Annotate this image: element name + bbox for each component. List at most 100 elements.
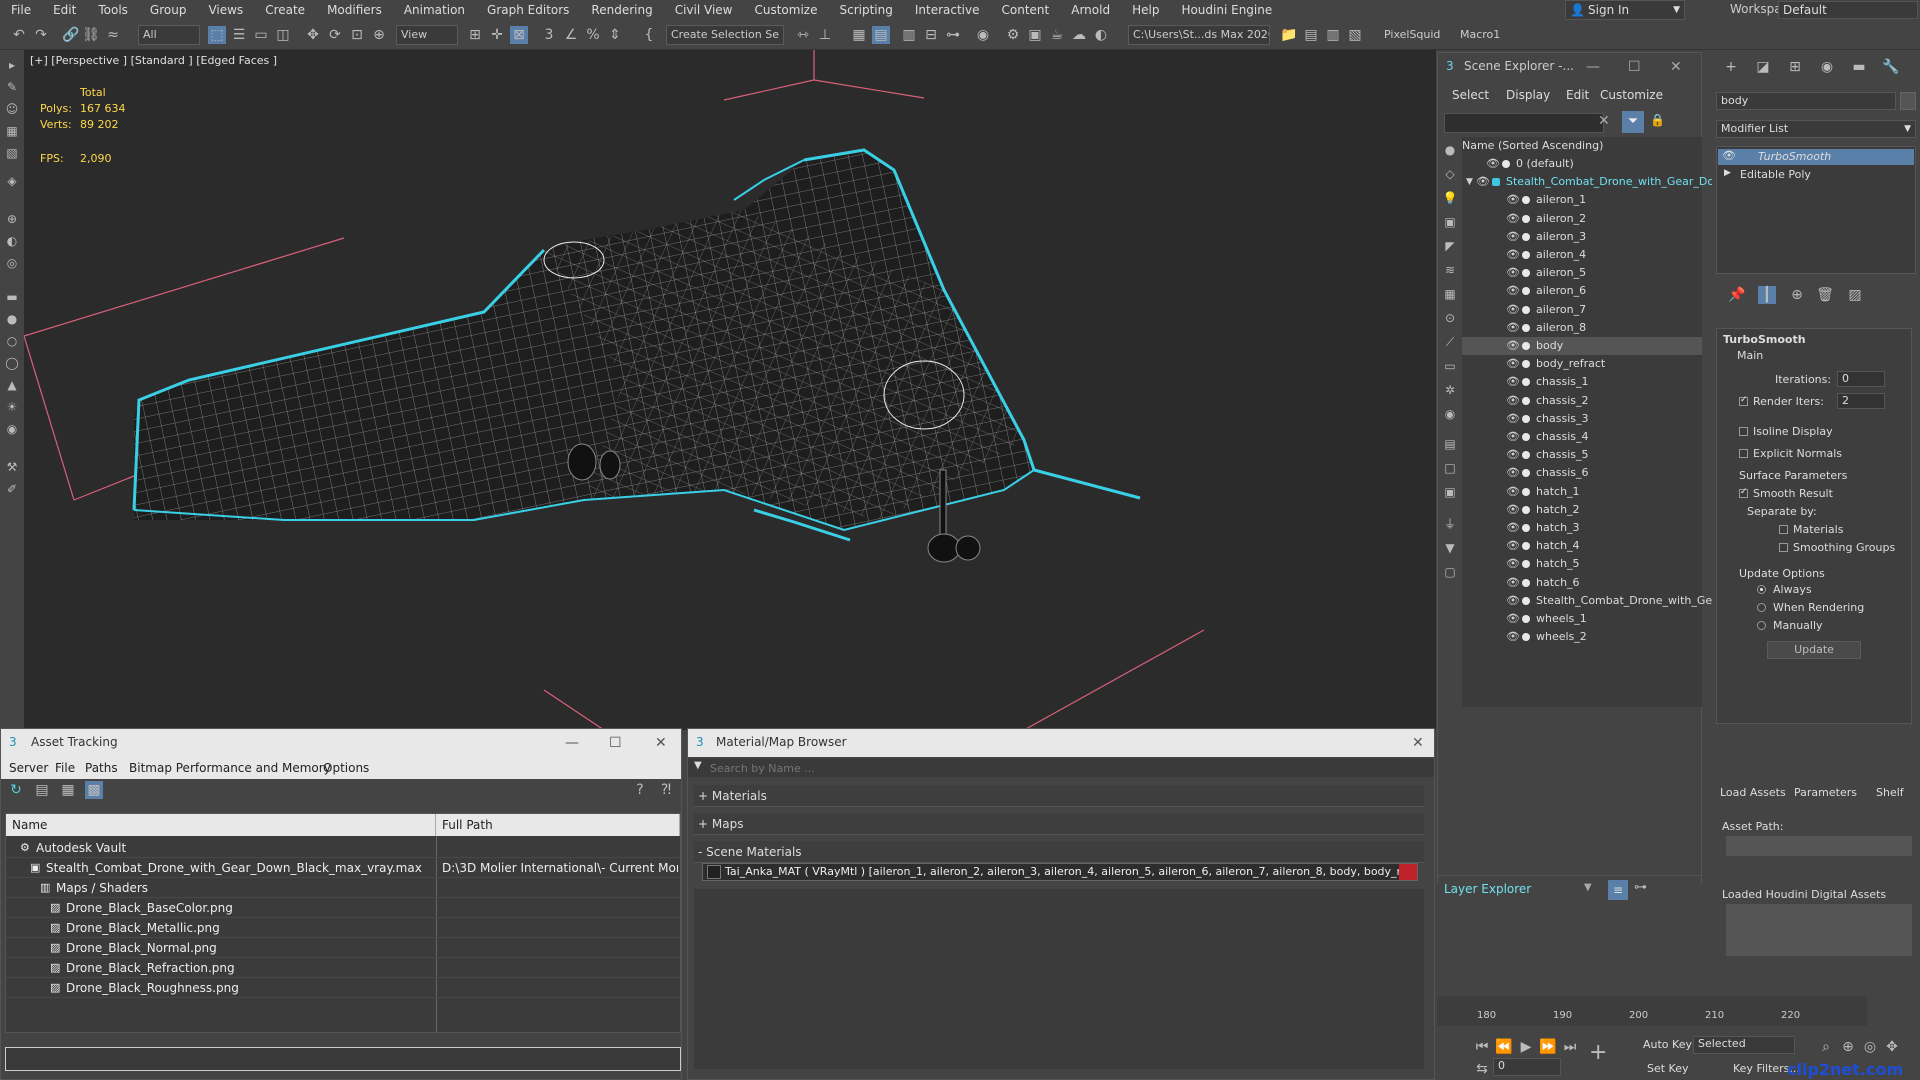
visibility-eye-icon[interactable]: 👁 bbox=[1506, 301, 1520, 319]
asset-row[interactable]: ▣ Stealth_Combat_Drone_with_Gear_Down_Bla… bbox=[6, 858, 680, 878]
se-menu-display[interactable]: Display bbox=[1506, 88, 1550, 102]
display-tab-icon[interactable]: ▬ bbox=[1850, 58, 1868, 76]
scene-tree-row[interactable]: 👁 aileron_6 bbox=[1462, 282, 1702, 300]
scene-tree-row[interactable]: 👁 chassis_2 bbox=[1462, 392, 1702, 410]
column-header-name[interactable]: Name (Sorted Ascending) bbox=[1462, 137, 1702, 155]
display-all-icon[interactable]: ▤ bbox=[1442, 437, 1458, 451]
rendered-frame-window-icon[interactable]: ▣ bbox=[1026, 26, 1044, 44]
auto-key-button[interactable]: Auto Key bbox=[1643, 1038, 1692, 1051]
scene-explorer-titlebar[interactable]: 3 Scene Explorer -... — ☐ ✕ bbox=[1438, 53, 1701, 81]
refresh-icon[interactable]: ↻ bbox=[7, 781, 25, 799]
visibility-eye-icon[interactable]: 👁 bbox=[1506, 592, 1520, 610]
object-paint-icon[interactable]: ✎ bbox=[4, 80, 20, 94]
scene-tree-row[interactable]: 👁 chassis_4 bbox=[1462, 428, 1702, 446]
angle-snap-icon[interactable]: ∠ bbox=[562, 26, 580, 44]
key-set-dropdown[interactable]: Selected bbox=[1693, 1036, 1795, 1054]
cone-icon[interactable]: ▲ bbox=[4, 378, 20, 392]
groups-filter-icon[interactable]: ▦ bbox=[1442, 287, 1458, 301]
unlink-icon[interactable]: ⛓ bbox=[82, 26, 100, 44]
stack-item-editable-poly[interactable]: ▶ Editable Poly bbox=[1718, 167, 1914, 183]
visibility-eye-icon[interactable]: 👁 bbox=[1506, 355, 1520, 373]
column-header-name[interactable]: Name bbox=[6, 814, 436, 836]
menu-scripting[interactable]: Scripting bbox=[828, 3, 903, 17]
render-iters-checkbox[interactable] bbox=[1739, 395, 1748, 406]
pixelsquid-label[interactable]: PixelSquid bbox=[1384, 28, 1440, 41]
materials-checkbox[interactable] bbox=[1779, 525, 1788, 534]
chevron-down-icon[interactable]: ▼ bbox=[1584, 882, 1592, 893]
timeline-ruler[interactable]: 180 190 200 210 220 bbox=[1437, 996, 1867, 1026]
scene-tree-row[interactable]: 👁 chassis_6 bbox=[1462, 464, 1702, 482]
scene-tree-row[interactable]: 👁 hatch_5 bbox=[1462, 555, 1702, 573]
menu-modifiers[interactable]: Modifiers bbox=[316, 3, 393, 17]
close-icon[interactable]: ✕ bbox=[655, 735, 667, 751]
box-icon[interactable]: ▬ bbox=[4, 290, 20, 304]
clear-search-icon[interactable]: ✕ bbox=[1598, 113, 1610, 129]
asset-row[interactable]: ▨ Drone_Black_Refraction.png bbox=[6, 958, 680, 978]
at-menu-paths[interactable]: Paths bbox=[85, 761, 118, 775]
scene-tree-row[interactable]: 👁 aileron_4 bbox=[1462, 246, 1702, 264]
brush-icon[interactable]: ✐ bbox=[4, 482, 20, 496]
zoom-all-icon[interactable]: ⊕ bbox=[1839, 1038, 1857, 1056]
asset-row[interactable]: ▥ Maps / Shaders bbox=[6, 878, 680, 898]
menu-file[interactable]: File bbox=[0, 3, 42, 17]
curve-editor-icon[interactable]: ⊟ bbox=[922, 26, 940, 44]
scene-tree-row[interactable]: 👁 aileron_3 bbox=[1462, 228, 1702, 246]
scene-explorer-toggle-icon[interactable]: ▦ bbox=[850, 26, 868, 44]
edit-named-selection-icon[interactable]: { bbox=[640, 26, 658, 44]
visibility-eye-icon[interactable]: 👁 bbox=[1476, 173, 1490, 191]
layer-explorer-label[interactable]: Layer Explorer bbox=[1444, 882, 1531, 896]
asset-row[interactable]: ▨ Drone_Black_BaseColor.png bbox=[6, 898, 680, 918]
geometry-icon[interactable]: ◐ bbox=[4, 234, 20, 248]
render-setup-icon[interactable]: ⚙ bbox=[1004, 26, 1022, 44]
asset-row[interactable]: ▨ Drone_Black_Normal.png bbox=[6, 938, 680, 958]
configure-sets-icon[interactable]: ▨ bbox=[1846, 286, 1864, 304]
visibility-eye-icon[interactable]: 👁 bbox=[1506, 410, 1520, 428]
object-color-swatch[interactable] bbox=[1900, 92, 1916, 110]
move-icon[interactable]: ✥ bbox=[304, 26, 322, 44]
window-crossing-icon[interactable]: ◫ bbox=[274, 26, 292, 44]
bind-space-warp-icon[interactable]: ≈ bbox=[104, 26, 122, 44]
scene-tree-row[interactable]: 👁 wheels_2 bbox=[1462, 628, 1702, 646]
cylinder-icon[interactable]: ○ bbox=[4, 334, 20, 348]
scene-tree-row[interactable]: 👁 Stealth_Combat_Drone_with_Gear bbox=[1462, 592, 1723, 610]
render-in-cloud-icon[interactable]: ☁ bbox=[1070, 26, 1088, 44]
scene-tree-row[interactable]: 👁 aileron_7 bbox=[1462, 301, 1702, 319]
tab-shelf[interactable]: Shelf bbox=[1876, 786, 1904, 799]
visibility-eye-icon[interactable]: 👁 bbox=[1506, 555, 1520, 573]
menu-views[interactable]: Views bbox=[197, 3, 254, 17]
rollout-title[interactable]: TurboSmooth bbox=[1723, 333, 1806, 346]
freeform-icon[interactable]: ▧ bbox=[4, 146, 20, 160]
pan-icon[interactable]: ✥ bbox=[1883, 1038, 1901, 1056]
minimize-icon[interactable]: — bbox=[565, 735, 579, 751]
sign-in-dropdown[interactable]: 👤 Sign In ▼ bbox=[1565, 0, 1685, 20]
spinner-snap-icon[interactable]: ⇕ bbox=[606, 26, 624, 44]
selection-filter-dropdown[interactable]: All bbox=[138, 25, 200, 45]
scene-material-item[interactable]: Tai_Anka_MAT ( VRayMtl ) [aileron_1, ail… bbox=[702, 863, 1418, 881]
rotate-icon[interactable]: ⟳ bbox=[326, 26, 344, 44]
at-menu-server[interactable]: Server bbox=[9, 761, 48, 775]
isoline-checkbox[interactable] bbox=[1739, 427, 1748, 436]
geometry-filter-icon[interactable]: ● bbox=[1442, 143, 1458, 157]
shapes-filter-icon[interactable]: ◇ bbox=[1442, 167, 1458, 181]
menu-civil-view[interactable]: Civil View bbox=[664, 3, 744, 17]
next-frame-icon[interactable]: ⏩ bbox=[1539, 1038, 1557, 1056]
menu-graph-editors[interactable]: Graph Editors bbox=[476, 3, 580, 17]
visibility-eye-icon[interactable]: 👁 bbox=[1506, 483, 1520, 501]
visibility-eye-icon[interactable]: 👁 bbox=[1506, 228, 1520, 246]
visibility-eye-icon[interactable]: 👁 bbox=[1506, 628, 1520, 646]
spacewarps-filter-icon[interactable]: ≋ bbox=[1442, 263, 1458, 277]
pixelsquid-icon[interactable]: ▧ bbox=[1346, 26, 1364, 44]
iterations-spinner[interactable]: 0 bbox=[1837, 371, 1885, 387]
orbit-icon[interactable]: ◎ bbox=[1861, 1038, 1879, 1056]
menu-arnold[interactable]: Arnold bbox=[1060, 3, 1121, 17]
xrefs-filter-icon[interactable]: ⊙ bbox=[1442, 311, 1458, 325]
visibility-eye-icon[interactable]: 👁 bbox=[1506, 610, 1520, 628]
smooth-result-checkbox[interactable] bbox=[1739, 487, 1748, 498]
menu-create[interactable]: Create bbox=[254, 3, 316, 17]
undo-icon[interactable]: ↶ bbox=[10, 26, 28, 44]
scene-explorer-search-input[interactable] bbox=[1444, 113, 1604, 133]
visibility-eye-icon[interactable]: 👁 bbox=[1506, 446, 1520, 464]
tab-parameters[interactable]: Parameters bbox=[1794, 786, 1857, 799]
expand-arrow-icon[interactable]: ▶ bbox=[1724, 168, 1731, 178]
sun-icon[interactable]: ◉ bbox=[4, 422, 20, 436]
